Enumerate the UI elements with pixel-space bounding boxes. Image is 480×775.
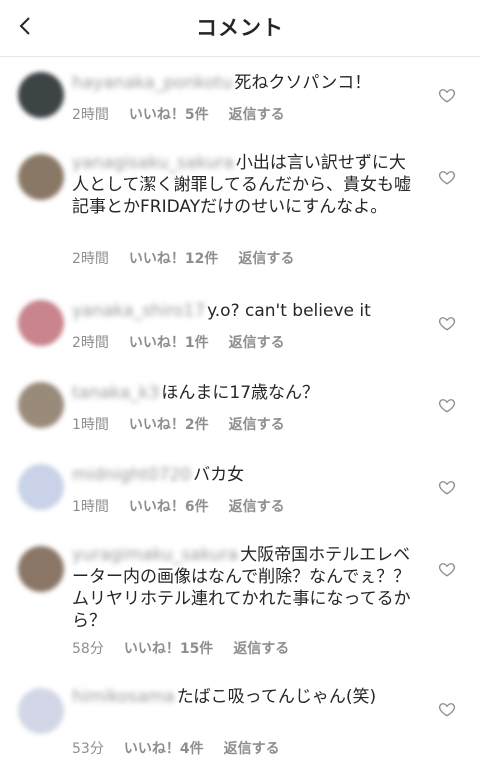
heart-icon[interactable] (438, 478, 456, 496)
comment-username[interactable]: midnight0720 (72, 464, 191, 486)
comment-likes[interactable]: いいね！4件 (124, 741, 204, 757)
avatar[interactable] (18, 300, 64, 346)
reply-button[interactable]: 返信する (224, 741, 280, 757)
avatar[interactable] (18, 72, 64, 118)
header-bar: コメント (0, 0, 480, 57)
comment-item: yanagisaku_sakura 小出は言い訳せずに大人として潔く謝罪してるんだ… (0, 148, 480, 276)
reply-button[interactable]: 返信する (229, 499, 285, 515)
comment-time: 58分 (72, 641, 104, 657)
comment-text: y.o? can't believe it (207, 301, 371, 321)
comment-item: yanaka_shiro17 y.o? can't believe it 2時間 い… (0, 294, 480, 360)
heart-icon[interactable] (438, 314, 456, 332)
comment-likes[interactable]: いいね！15件 (124, 641, 213, 657)
comment-text: 死ねクソパンコ！ (234, 73, 372, 93)
avatar[interactable] (18, 154, 64, 200)
reply-button[interactable]: 返信する (233, 641, 289, 657)
comment-likes[interactable]: いいね！6件 (129, 499, 209, 515)
comment-text: たばこ吸ってんじゃん(笑) (176, 687, 377, 707)
comment-time: 53分 (72, 741, 104, 757)
heart-icon[interactable] (438, 560, 456, 578)
reply-button[interactable]: 返信する (229, 335, 285, 351)
comment-username[interactable]: hayanaka_ponkotu (72, 72, 232, 94)
comment-item: tanaka_k3 ほんまに17歳なん？ 1時間 いいね！2件 返信する (0, 374, 480, 440)
reply-button[interactable]: 返信する (229, 417, 285, 433)
comment-username[interactable]: tanaka_k3 (72, 382, 159, 404)
comment-time: 2時間 (72, 251, 109, 267)
comment-item: himikosama たばこ吸ってんじゃん(笑) 53分 いいね！4件 返信する (0, 684, 480, 772)
comment-likes[interactable]: いいね！12件 (129, 251, 218, 267)
page-title: コメント (196, 16, 284, 40)
avatar[interactable] (18, 688, 64, 734)
comment-likes[interactable]: いいね！5件 (129, 107, 209, 123)
heart-icon[interactable] (438, 86, 456, 104)
heart-icon[interactable] (438, 396, 456, 414)
comment-likes[interactable]: いいね！1件 (129, 335, 209, 351)
reply-button[interactable]: 返信する (229, 107, 285, 123)
comment-likes[interactable]: いいね！2件 (129, 417, 209, 433)
comment-text: ほんまに17歳なん？ (161, 383, 320, 403)
reply-button[interactable]: 返信する (238, 251, 294, 267)
comment-username[interactable]: himikosama (72, 686, 175, 708)
heart-icon[interactable] (438, 700, 456, 718)
comment-time: 1時間 (72, 417, 109, 433)
avatar[interactable] (18, 546, 64, 592)
comment-time: 2時間 (72, 107, 109, 123)
comment-text: バカ女 (193, 465, 245, 485)
comment-time: 1時間 (72, 499, 109, 515)
comment-username[interactable]: yanaka_shiro17 (72, 300, 205, 322)
comment-item: yuragimaku_sakura 大阪帝国ホテルエレベーター内の画像はなんで削除… (0, 540, 480, 668)
avatar[interactable] (18, 464, 64, 510)
heart-icon[interactable] (438, 168, 456, 186)
comment-item: hayanaka_ponkotu 死ねクソパンコ！ 2時間 いいね！5件 返信する (0, 64, 480, 130)
comment-item: midnight0720 バカ女 1時間 いいね！6件 返信する (0, 456, 480, 522)
comment-time: 2時間 (72, 335, 109, 351)
avatar[interactable] (18, 382, 64, 428)
comment-username[interactable]: yuragimaku_sakura (72, 544, 238, 566)
comment-username[interactable]: yanagisaku_sakura (72, 152, 234, 174)
